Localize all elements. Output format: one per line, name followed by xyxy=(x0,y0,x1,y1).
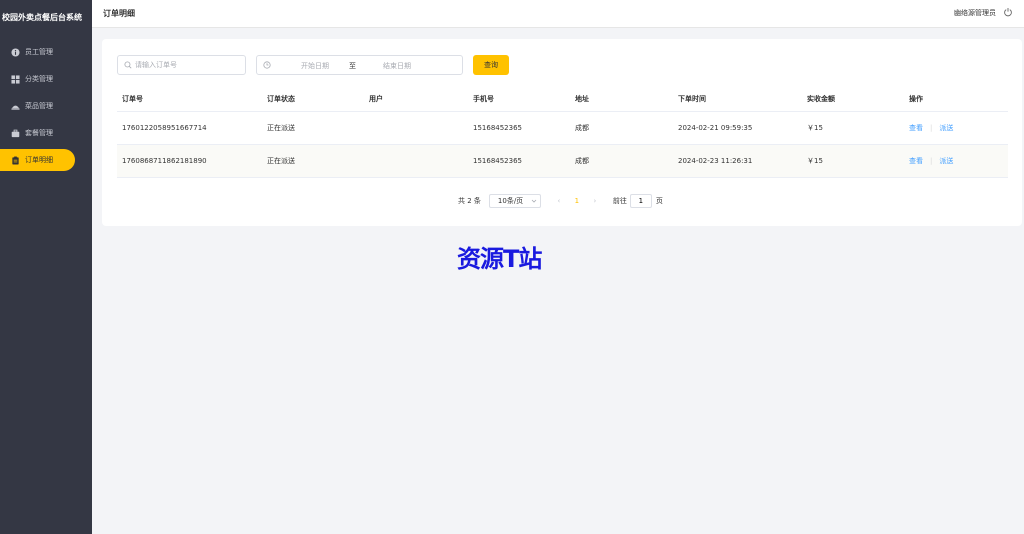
power-icon[interactable] xyxy=(1003,7,1013,17)
sidebar-item-categories[interactable]: 分类管理 xyxy=(0,68,92,90)
action-divider: | xyxy=(930,157,933,165)
column-header: 下单时间 xyxy=(678,94,706,103)
table-row: 1760122058951667714 正在派送 15168452365 成都 … xyxy=(117,112,1008,145)
order-amount: ￥15 xyxy=(807,124,823,132)
order-phone: 15168452365 xyxy=(473,157,522,165)
view-button[interactable]: 查看 xyxy=(909,123,923,133)
app-title: 校园外卖点餐后台系统 xyxy=(2,13,82,22)
goto-page-input[interactable] xyxy=(629,194,652,208)
order-search-input[interactable] xyxy=(135,61,240,69)
action-divider: | xyxy=(930,124,933,132)
chevron-down-icon xyxy=(531,198,537,204)
row-actions: 查看 | 派送 xyxy=(909,145,953,177)
page-title: 订单明细 xyxy=(103,9,135,18)
clipboard-icon xyxy=(10,155,20,165)
page-unit-label: 页 xyxy=(655,197,663,205)
sidebar-item-label: 菜品管理 xyxy=(25,102,53,110)
page-number-1[interactable]: 1 xyxy=(569,197,585,205)
sidebar-item-employees[interactable]: 员工管理 xyxy=(0,41,92,63)
date-range-picker[interactable]: 开始日期 至 结束日期 xyxy=(256,55,463,75)
prev-page-button[interactable]: ‹ xyxy=(553,197,565,205)
order-number: 1760868711862181890 xyxy=(122,157,207,165)
order-amount: ￥15 xyxy=(807,157,823,165)
page-size-value: 10条/页 xyxy=(497,197,524,205)
order-address: 成都 xyxy=(575,157,589,165)
sidebar-menu: 员工管理 分类管理 菜品管理 套餐管理 订单明细 xyxy=(0,41,92,171)
order-search-field[interactable] xyxy=(117,55,246,75)
user-name[interactable]: 幽络源管理员 xyxy=(954,8,996,18)
top-header: 订单明细 幽络源管理员 xyxy=(92,0,1024,28)
order-phone: 15168452365 xyxy=(473,124,522,132)
column-header: 操作 xyxy=(909,94,923,103)
dispatch-button[interactable]: 派送 xyxy=(939,156,953,166)
clock-icon xyxy=(263,61,271,69)
total-count: 共 2 条 xyxy=(458,197,481,205)
column-header: 订单状态 xyxy=(267,94,295,103)
sidebar-item-combos[interactable]: 套餐管理 xyxy=(0,122,92,144)
query-button[interactable]: 查询 xyxy=(473,55,509,75)
table-row: 1760868711862181890 正在派送 15168452365 成都 … xyxy=(117,145,1008,178)
date-separator: 至 xyxy=(349,62,356,70)
sidebar-item-orders[interactable]: 订单明细 xyxy=(0,149,75,171)
sidebar-item-label: 员工管理 xyxy=(25,48,53,56)
goto-label: 前往 xyxy=(612,197,627,205)
search-icon xyxy=(124,61,132,69)
sidebar-item-dishes[interactable]: 菜品管理 xyxy=(0,95,92,117)
sidebar-item-label: 订单明细 xyxy=(25,156,53,164)
end-date-input[interactable]: 结束日期 xyxy=(377,61,417,71)
order-status: 正在派送 xyxy=(267,157,295,165)
page-size-select[interactable]: 10条/页 xyxy=(488,194,541,208)
sidebar-item-label: 分类管理 xyxy=(25,75,53,83)
start-date-input[interactable]: 开始日期 xyxy=(295,61,335,71)
order-address: 成都 xyxy=(575,124,589,132)
table-header: 订单号 订单状态 用户 手机号 地址 下单时间 实收金额 操作 xyxy=(117,86,1008,112)
order-number: 1760122058951667714 xyxy=(122,124,207,132)
order-status: 正在派送 xyxy=(267,124,295,132)
orders-table: 订单号 订单状态 用户 手机号 地址 下单时间 实收金额 操作 17601220… xyxy=(117,86,1008,178)
info-circle-icon xyxy=(10,47,20,57)
watermark: 资源T站 xyxy=(457,245,542,273)
column-header: 订单号 xyxy=(122,94,143,103)
column-header: 地址 xyxy=(575,94,589,103)
column-header: 实收金额 xyxy=(807,94,835,103)
row-actions: 查看 | 派送 xyxy=(909,112,953,144)
main-panel: 开始日期 至 结束日期 查询 订单号 订单状态 用户 手机号 地址 下单时间 实… xyxy=(102,39,1022,226)
dish-icon xyxy=(10,101,20,111)
grid-icon xyxy=(10,74,20,84)
column-header: 用户 xyxy=(369,94,383,103)
briefcase-icon xyxy=(10,128,20,138)
view-button[interactable]: 查看 xyxy=(909,156,923,166)
next-page-button[interactable]: › xyxy=(589,197,601,205)
order-time: 2024-02-21 09:59:35 xyxy=(678,124,753,132)
sidebar-item-label: 套餐管理 xyxy=(25,129,53,137)
pagination: 共 2 条 10条/页 ‹ 1 › 前往 页 xyxy=(458,194,663,208)
column-header: 手机号 xyxy=(473,94,494,103)
sidebar: 校园外卖点餐后台系统 员工管理 分类管理 菜品管理 套餐管理 订单明细 xyxy=(0,0,92,534)
dispatch-button[interactable]: 派送 xyxy=(939,123,953,133)
order-time: 2024-02-23 11:26:31 xyxy=(678,157,753,165)
